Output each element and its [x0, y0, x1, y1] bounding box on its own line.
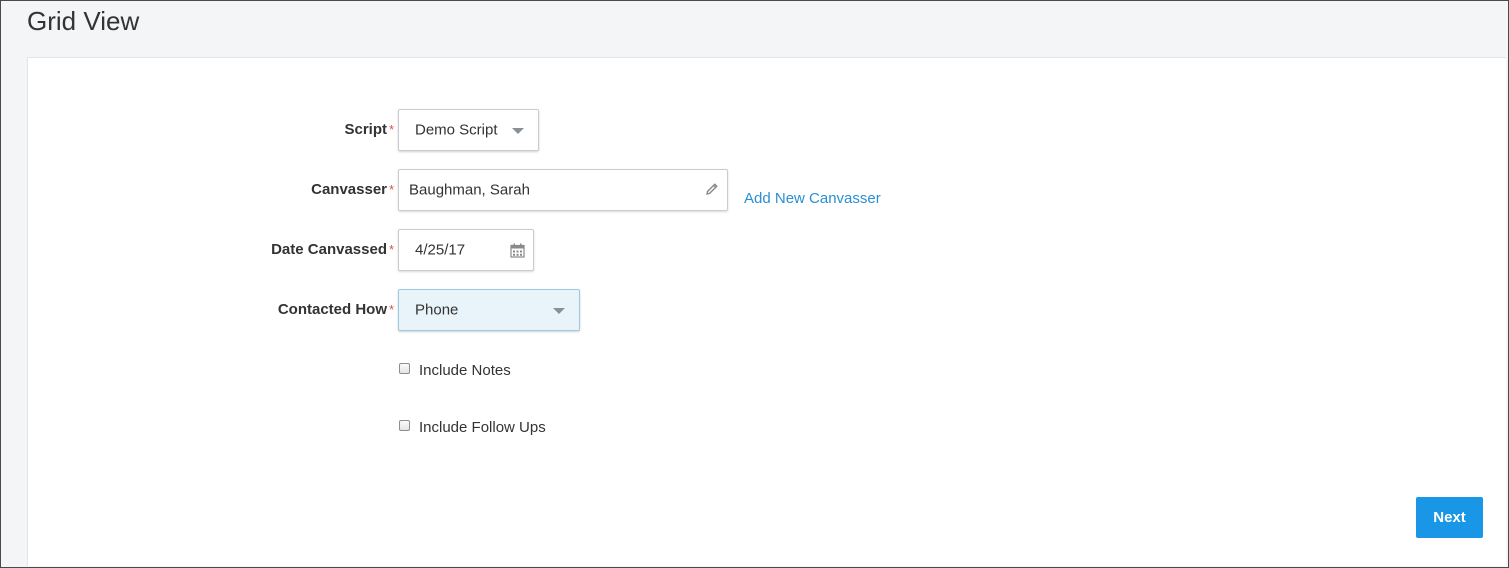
calendar-icon[interactable] — [510, 243, 525, 262]
contacted-how-label: Contacted How — [277, 301, 387, 318]
canvasser-field-value: Baughman, Sarah — [409, 181, 530, 199]
canvasser-field[interactable]: Baughman, Sarah — [398, 169, 728, 211]
include-follow-ups-checkbox[interactable] — [399, 420, 410, 431]
contacted-how-select-value: Phone — [415, 301, 459, 319]
page-title: Grid View — [27, 6, 140, 36]
include-follow-ups-label[interactable]: Include Follow Ups — [419, 419, 546, 436]
contacted-how-required-mark: * — [389, 302, 395, 317]
script-label: Script — [344, 121, 387, 138]
chevron-down-icon — [512, 128, 524, 134]
date-canvassed-field[interactable]: 4/25/17 — [398, 229, 534, 271]
add-new-canvasser-link[interactable]: Add New Canvasser — [744, 190, 881, 207]
contacted-how-select[interactable]: Phone — [398, 289, 580, 331]
next-button[interactable]: Next — [1416, 497, 1483, 538]
form-card — [27, 57, 1506, 566]
pencil-icon[interactable] — [705, 182, 719, 200]
canvasser-label: Canvasser — [311, 181, 387, 198]
canvasser-required-mark: * — [389, 182, 395, 197]
script-select[interactable]: Demo Script — [398, 109, 539, 151]
script-required-mark: * — [389, 122, 395, 137]
date-canvassed-label: Date Canvassed — [271, 241, 387, 258]
date-canvassed-value: 4/25/17 — [415, 241, 466, 259]
date-canvassed-required-mark: * — [389, 242, 395, 257]
include-notes-checkbox[interactable] — [399, 363, 410, 374]
chevron-down-icon — [553, 308, 565, 314]
script-select-value: Demo Script — [415, 121, 498, 139]
include-notes-label[interactable]: Include Notes — [419, 362, 511, 379]
